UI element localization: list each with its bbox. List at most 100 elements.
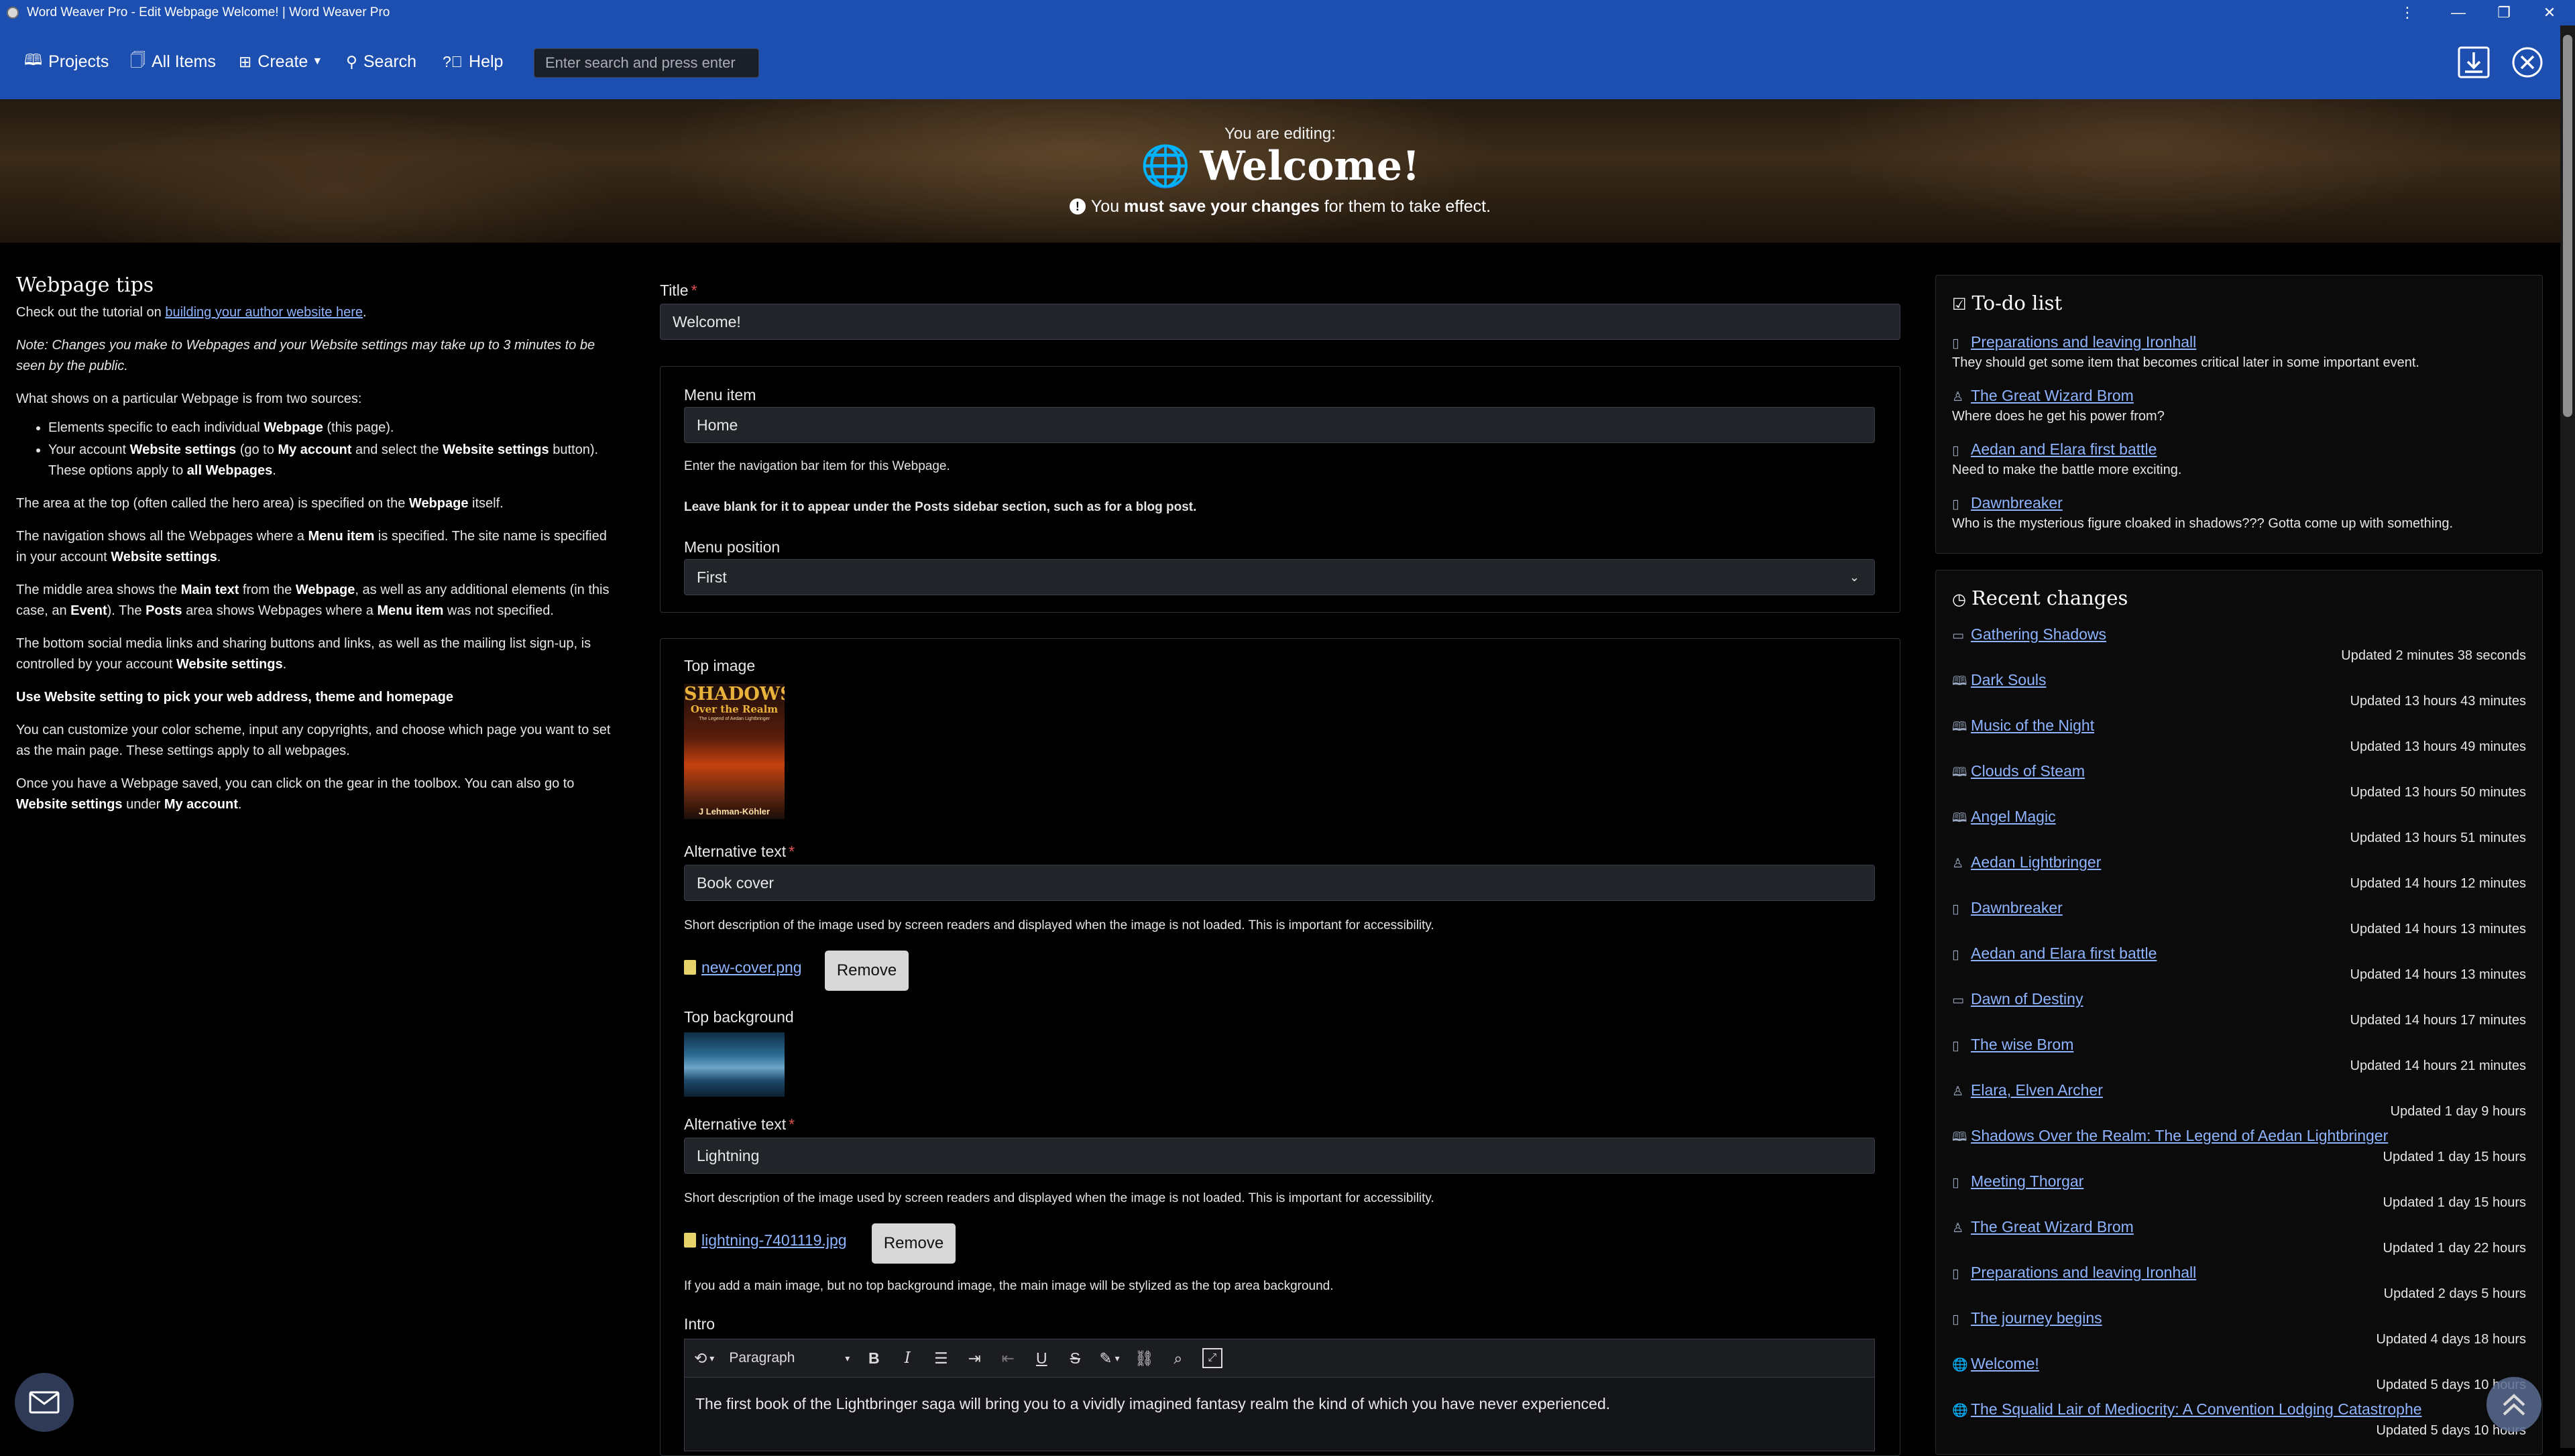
top-background-file[interactable]: lightning-7401119.jpg bbox=[684, 1231, 847, 1250]
gear-paragraph: Once you have a Webpage saved, you can c… bbox=[16, 776, 575, 812]
list-item: 🌐 The Squalid Lair of Mediocrity: A Conve… bbox=[1952, 1400, 2526, 1445]
scrollbar-thumb[interactable] bbox=[2563, 35, 2572, 417]
recent-item-link[interactable]: The journey begins bbox=[1971, 1309, 2102, 1327]
globe-icon: 🌐 bbox=[1952, 1404, 1968, 1418]
page-title: 🌐 Welcome! bbox=[1140, 143, 1420, 190]
chevron-down-icon: ⌄ bbox=[1849, 570, 1859, 584]
recent-item-link[interactable]: The Great Wizard Brom bbox=[1971, 1218, 2134, 1235]
title-input[interactable]: Welcome! bbox=[660, 304, 1900, 340]
indent-icon[interactable]: ⇥ bbox=[965, 1349, 984, 1368]
recent-item-link[interactable]: Aedan and Elara first battle bbox=[1971, 945, 2157, 962]
recent-changes-panel: ◷ Recent changes ▭ Gathering Shadows Update… bbox=[1935, 570, 2543, 1455]
open-book-icon: 🕮 bbox=[24, 50, 43, 68]
recent-item-link[interactable]: Music of the Night bbox=[1971, 717, 2094, 734]
nav-projects[interactable]: 🕮 Projects bbox=[24, 48, 109, 75]
alt-text-input[interactable]: Book cover bbox=[684, 865, 1875, 901]
list-item: ▯ The wise Brom Updated 14 hours 21 minute… bbox=[1952, 1036, 2526, 1080]
alt-text-label-2: Alternative text * bbox=[684, 1115, 795, 1133]
editing-label: You are editing: bbox=[1224, 125, 1336, 143]
italic-icon[interactable]: I bbox=[898, 1349, 917, 1367]
open-book-icon: 🕮 bbox=[1952, 766, 1967, 780]
save-notice: ! You must save your changes for them to … bbox=[0, 197, 2560, 217]
highlight-icon[interactable]: ✎ ▾ bbox=[1099, 1349, 1119, 1368]
nav-create-dropdown[interactable]: ⊞ Create ▼ bbox=[239, 48, 323, 75]
intro-editor[interactable]: The first book of the Lightbringer saga … bbox=[684, 1378, 1875, 1451]
menu-position-label: Menu position bbox=[684, 538, 781, 556]
top-image-file[interactable]: new-cover.png bbox=[684, 959, 802, 977]
underline-icon[interactable]: U bbox=[1032, 1349, 1051, 1368]
alt-text-hint: Short description of the image used by s… bbox=[684, 918, 1434, 932]
close-editor-button[interactable] bbox=[2509, 44, 2545, 80]
updated-time: Updated 13 hours 51 minutes bbox=[2350, 831, 2526, 845]
nav-all-items[interactable]: 🗍 All Items bbox=[130, 48, 216, 75]
info-icon: ! bbox=[1069, 198, 1086, 215]
fullscreen-icon[interactable]: ⤢ bbox=[1202, 1348, 1222, 1368]
list-item: ▯ Aedan and Elara first battle Updated 14 … bbox=[1952, 945, 2526, 989]
paragraph-style-select[interactable]: Paragraph ▾ bbox=[729, 1350, 850, 1366]
scroll-to-top-button[interactable] bbox=[2486, 1377, 2541, 1432]
open-book-icon: 🕮 bbox=[1952, 674, 1967, 688]
list-item: ▯ Dawnbreaker Updated 14 hours 13 minutes bbox=[1952, 899, 2526, 943]
search-input[interactable]: Enter search and press enter bbox=[534, 48, 759, 78]
recent-item-link[interactable]: Dawn of Destiny bbox=[1971, 990, 2083, 1008]
menu-item-input[interactable]: Home bbox=[684, 407, 1875, 443]
recent-item-link[interactable]: Dark Souls bbox=[1971, 671, 2046, 688]
remove-top-background-button[interactable]: Remove bbox=[872, 1223, 956, 1264]
tips-heading: Webpage tips bbox=[16, 274, 154, 297]
strikethrough-icon[interactable]: S bbox=[1066, 1349, 1084, 1368]
list-item: ▯ Preparations and leaving Ironhall Update… bbox=[1952, 1264, 2526, 1308]
restore-button[interactable]: ❐ bbox=[2481, 0, 2527, 25]
menu-item-hint: Enter the navigation bar item for this W… bbox=[684, 459, 950, 473]
recent-item-link[interactable]: Angel Magic bbox=[1971, 808, 2056, 825]
book-icon: ▯ bbox=[1952, 948, 1959, 962]
recent-item-link[interactable]: The wise Brom bbox=[1971, 1036, 2073, 1053]
recent-item-link[interactable]: Clouds of Steam bbox=[1971, 762, 2085, 780]
app-icon bbox=[7, 7, 19, 19]
nav-search[interactable]: ⚲ Search bbox=[346, 48, 416, 75]
window-close-button[interactable]: ✕ bbox=[2527, 0, 2572, 25]
list-item: Elements specific to each individual Web… bbox=[48, 418, 620, 438]
recent-item-link[interactable]: The Squalid Lair of Mediocrity: A Conven… bbox=[1971, 1400, 2422, 1418]
list-item: ♙ Aedan Lightbringer Updated 14 hours 12 m… bbox=[1952, 853, 2526, 898]
recent-item-link[interactable]: Meeting Thorgar bbox=[1971, 1172, 2083, 1190]
navigation-paragraph: The navigation shows all the Webpages wh… bbox=[16, 529, 607, 564]
find-replace-icon[interactable]: ⌕ bbox=[1169, 1349, 1188, 1368]
recent-item-link[interactable]: Gathering Shadows bbox=[1971, 625, 2106, 643]
rich-text-toolbar: ⟲ ▾ Paragraph ▾ B I ☰ ⇥ ⇤ U S ✎ ▾ ⛓ ⌕ ⤢ bbox=[684, 1339, 1875, 1378]
list-item: 🌐 Welcome! Updated 5 days 10 hours bbox=[1952, 1355, 2526, 1399]
recent-item-link[interactable]: Aedan Lightbringer bbox=[1971, 853, 2101, 871]
recent-item-link[interactable]: Dawnbreaker bbox=[1971, 899, 2063, 916]
list-item: 🕮 Angel Magic Updated 13 hours 51 minutes bbox=[1952, 808, 2526, 852]
updated-time: Updated 1 day 15 hours bbox=[2383, 1195, 2527, 1210]
more-options-icon[interactable]: ⋮ bbox=[2385, 0, 2430, 25]
images-panel bbox=[660, 638, 1900, 1456]
updated-time: Updated 1 day 22 hours bbox=[2383, 1241, 2527, 1256]
bulleted-list-icon[interactable]: ☰ bbox=[931, 1349, 950, 1368]
link-icon[interactable]: ⛓ bbox=[1135, 1349, 1154, 1368]
outdent-icon[interactable]: ⇤ bbox=[998, 1349, 1017, 1368]
tutorial-link[interactable]: building your author website here bbox=[165, 305, 363, 320]
menu-position-select[interactable]: First ⌄ bbox=[684, 559, 1875, 595]
recent-item-link[interactable]: Shadows Over the Realm: The Legend of Ae… bbox=[1971, 1127, 2388, 1144]
remove-top-image-button[interactable]: Remove bbox=[825, 951, 909, 991]
recent-item-link[interactable]: Elara, Elven Archer bbox=[1971, 1081, 2103, 1099]
title-label: Title * bbox=[660, 282, 697, 299]
alt-text-input-2[interactable]: Lightning bbox=[684, 1138, 1875, 1174]
recent-item-link[interactable]: Preparations and leaving Ironhall bbox=[1971, 1264, 2196, 1281]
updated-time: Updated 13 hours 43 minutes bbox=[2350, 694, 2526, 709]
bold-icon[interactable]: B bbox=[864, 1349, 883, 1368]
nav-help[interactable]: ?⃝ Help bbox=[443, 48, 503, 75]
checklist-icon: ☑ bbox=[1952, 295, 1967, 314]
mailing-list-button[interactable] bbox=[15, 1373, 74, 1432]
close-circle-icon bbox=[2512, 47, 2543, 78]
history-icon[interactable]: ⟲ ▾ bbox=[694, 1349, 714, 1368]
todo-panel: ☑ To-do list ▯ Preparations and leaving Ir… bbox=[1935, 275, 2543, 554]
updated-time: Updated 14 hours 17 minutes bbox=[2350, 1013, 2526, 1028]
book-icon: ▯ bbox=[1952, 1176, 1959, 1190]
sources-intro: What shows on a particular Webpage is fr… bbox=[16, 391, 362, 406]
person-icon: ♙ bbox=[1952, 390, 1964, 404]
minimize-button[interactable]: — bbox=[2436, 0, 2481, 25]
hero-paragraph: The area at the top (often called the he… bbox=[16, 496, 504, 511]
save-download-button[interactable] bbox=[2456, 44, 2492, 80]
recent-item-link[interactable]: Welcome! bbox=[1971, 1355, 2039, 1372]
